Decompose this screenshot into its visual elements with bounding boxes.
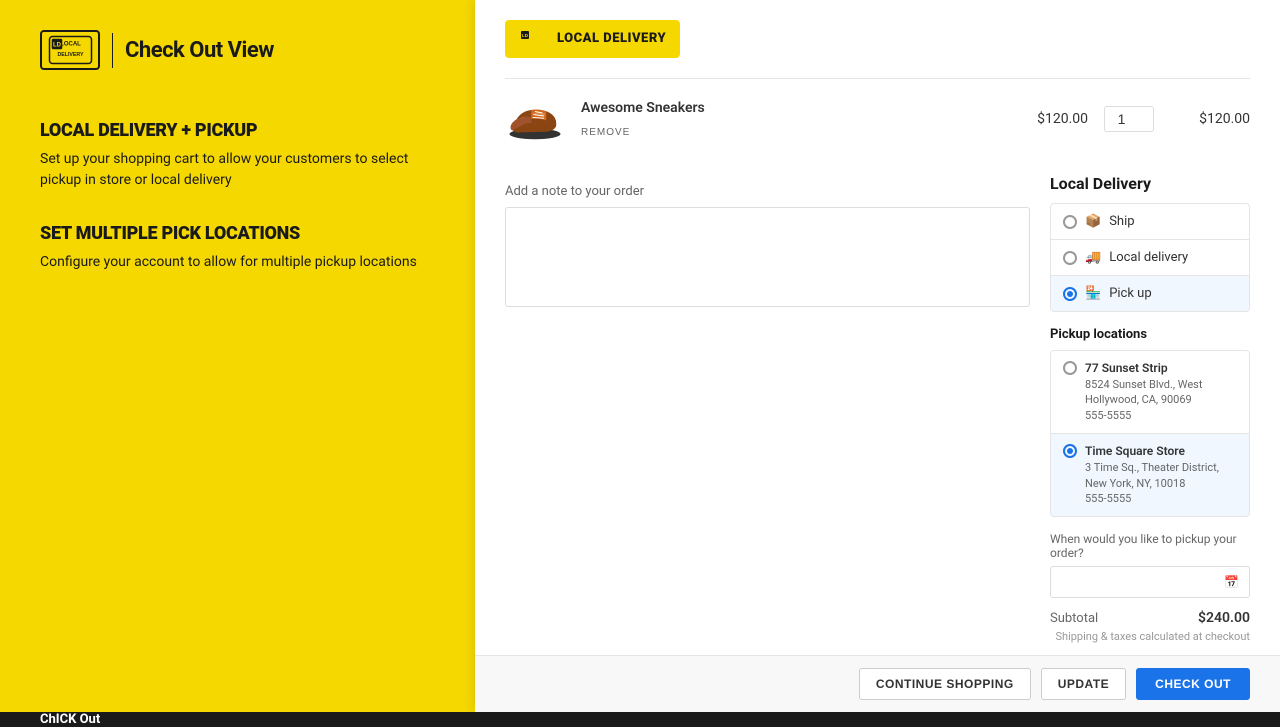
continue-shopping-button[interactable]: CONTINUE SHOPPING [859,668,1031,700]
location-address-times-square: 3 Time Sq., Theater District, New York, … [1085,460,1237,506]
radio-ship[interactable] [1063,215,1077,229]
tax-note: Shipping & taxes calculated at checkout [1050,630,1250,643]
ship-icon: 📦 [1085,214,1101,229]
delivery-option-pickup[interactable]: 🏪 Pick up [1051,276,1249,311]
cart-item: Awesome Sneakers REMOVE $120.00 $120.00 [505,94,1250,159]
radio-times-square[interactable] [1063,444,1077,458]
pickup-date-input[interactable]: 📅 [1050,566,1250,598]
feature-desc-multiple-pick: Configure your account to allow for mult… [40,252,435,273]
delivery-option-ship[interactable]: 📦 Ship [1051,204,1249,240]
svg-text:LD: LD [522,33,529,38]
svg-text:LOCAL: LOCAL [60,42,81,48]
delivery-options: 📦 Ship 🚚 Local delivery 🏪 Pick up [1050,203,1250,312]
pickup-icon: 🏪 [1085,286,1101,301]
note-label: Add a note to your order [505,184,1030,199]
cart-item-image [505,94,565,144]
feature-local-delivery: LOCAL DELIVERY + PICKUP Set up your shop… [40,120,435,191]
pickup-locations-label: Pickup locations [1050,327,1250,342]
brand-logo: LOCAL DELIVERY LD [40,30,100,70]
pickup-label: Pick up [1109,286,1151,301]
cart-item-quantity[interactable] [1104,106,1154,132]
subtotal-label: Subtotal [1050,611,1098,626]
footer-buttons: CONTINUE SHOPPING UPDATE CHECK OUT [475,655,1280,712]
brand-title: Check Out View [125,38,274,63]
radio-pickup[interactable] [1063,287,1077,301]
pickup-date-label: When would you like to pickup your order… [1050,532,1250,560]
delivery-title: Local Delivery [1050,174,1250,193]
svg-text:DELIVERY: DELIVERY [57,52,84,58]
checkout-logo: LD LOCAL DELIVERY [505,20,680,58]
cart-item-price: $120.00 [1008,111,1088,127]
location-details-times-square: Time Square Store 3 Time Sq., Theater Di… [1085,444,1237,506]
feature-title-multiple-pick: SET MULTIPLE PICK LOCATIONS [40,223,435,244]
location-details-sunset: 77 Sunset Strip 8524 Sunset Blvd., West … [1085,361,1237,423]
feature-desc-local-delivery: Set up your shopping cart to allow your … [40,149,435,191]
delivery-section: Local Delivery 📦 Ship 🚚 Local delivery [1050,174,1250,655]
update-button[interactable]: UPDATE [1041,668,1126,700]
note-section: Add a note to your order [505,174,1030,655]
radio-local[interactable] [1063,251,1077,265]
brand-header: LOCAL DELIVERY LD Check Out View [40,30,435,70]
location-name-sunset: 77 Sunset Strip [1085,361,1237,375]
delivery-option-local[interactable]: 🚚 Local delivery [1051,240,1249,276]
svg-text:LD: LD [53,42,62,48]
radio-sunset[interactable] [1063,361,1077,375]
feature-multiple-pick: SET MULTIPLE PICK LOCATIONS Configure yo… [40,223,435,273]
left-panel: LOCAL DELIVERY LD Check Out View LOCAL D… [0,0,475,712]
subtotal-row: Subtotal $240.00 [1050,610,1250,626]
checkout-button[interactable]: CHECK OUT [1136,668,1250,700]
local-delivery-label: Local delivery [1109,250,1188,265]
cart-section: Awesome Sneakers REMOVE $120.00 $120.00 [505,78,1250,159]
checkout-logo-icon: LD [519,28,549,50]
ship-label: Ship [1109,214,1134,229]
cart-item-remove-button[interactable]: REMOVE [581,127,630,138]
checkout-logo-text: LOCAL DELIVERY [557,31,666,47]
calendar-icon[interactable]: 📅 [1224,575,1239,589]
bottom-content: Add a note to your order Local Delivery … [505,174,1250,655]
brand-divider [112,33,113,68]
feature-title-local-delivery: LOCAL DELIVERY + PICKUP [40,120,435,141]
pickup-locations: 77 Sunset Strip 8524 Sunset Blvd., West … [1050,350,1250,517]
local-delivery-icon: 🚚 [1085,250,1101,265]
subtotal-value: $240.00 [1198,610,1250,626]
note-textarea[interactable] [505,207,1030,307]
cart-item-total: $120.00 [1170,111,1250,127]
pickup-location-sunset[interactable]: 77 Sunset Strip 8524 Sunset Blvd., West … [1051,351,1249,434]
cart-item-details: Awesome Sneakers REMOVE [581,100,992,139]
location-name-times-square: Time Square Store [1085,444,1237,458]
cart-item-name: Awesome Sneakers [581,100,992,116]
location-address-sunset: 8524 Sunset Blvd., West Hollywood, CA, 9… [1085,377,1237,423]
checkout-panel: LD LOCAL DELIVERY [475,0,1280,712]
pickup-location-times-square[interactable]: Time Square Store 3 Time Sq., Theater Di… [1051,434,1249,516]
